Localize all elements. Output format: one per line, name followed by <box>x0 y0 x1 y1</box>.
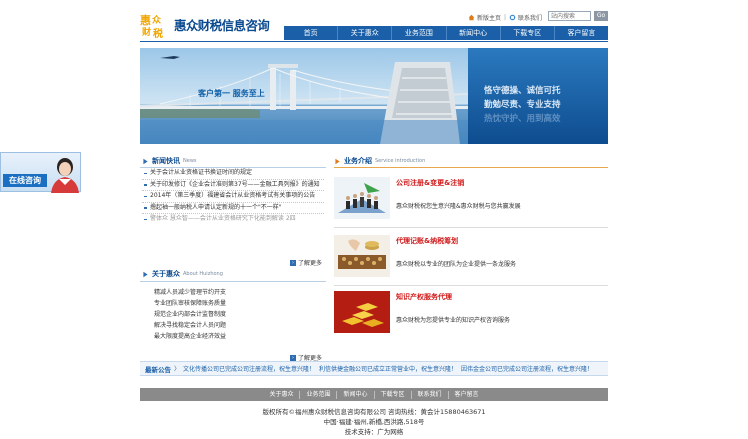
about-item: 专业团队审核保障账务质量 <box>154 300 227 307</box>
agent-avatar <box>51 158 79 193</box>
service-title: 知识产权服务代理 <box>396 293 452 301</box>
news-item[interactable]: 关于会计从业资格证书换证时间的规定 <box>142 168 324 180</box>
news-more-link[interactable]: › 了解更多 <box>290 258 322 267</box>
ticker-label: 最新公告 <box>145 365 171 374</box>
copyright-line: 版权所有©福州惠众财税信息咨询有限公司 咨询热线：黄会计15880463671 <box>262 408 486 416</box>
footer-link-contact[interactable]: 联系我们 <box>410 390 448 399</box>
news-item[interactable]: 关于印发修订《企业会计准则第37号——金融工具列报》的通知 <box>142 180 324 191</box>
banner-values: 恪守德操、诚信可托 勤勉尽责、专业支持 热忱守护、用到高效 <box>484 84 561 126</box>
address-line: 中国·福建·福州,新橋,西洪路,518号 <box>323 418 425 426</box>
news-subtitle: News <box>183 158 197 164</box>
site-logo[interactable]: 惠 众 财 税 惠众财税信息咨询 <box>140 12 276 40</box>
service-divider <box>334 285 608 286</box>
section-arrow-icon <box>143 158 148 164</box>
services-header: 业务介绍 Service introduction <box>334 155 425 167</box>
ticker-item[interactable]: 利信供捷金融公司已成立正常营业中，祝生意兴隆！ <box>319 364 457 373</box>
gold-bars-image <box>334 291 390 333</box>
about-item: 精减人员减少管理节约开支 <box>154 289 227 296</box>
ticker-arrow-icon: 〉 <box>174 366 181 373</box>
footer-link-business[interactable]: 业务范围 <box>299 390 336 399</box>
more-icon: › <box>290 259 296 266</box>
consult-label: 在线咨询 <box>3 174 47 187</box>
footer-link-downloads[interactable]: 下载专区 <box>373 390 411 399</box>
announcement-ticker: 最新公告 〉 文化传播公司已完成公司注册流程，祝生意兴隆！ 利信供捷金融公司已成… <box>140 361 608 376</box>
news-header: 新闻快讯 News <box>142 155 197 167</box>
services-rule <box>334 167 608 168</box>
footer-link-news[interactable]: 新闻中心 <box>336 390 373 399</box>
search-button[interactable]: Go <box>594 11 608 21</box>
service-company-registration[interactable]: 公司注册&变更&注销 惠众财税祝您生意兴隆&惠众财税与您共赢发展 <box>334 177 606 225</box>
footer-nav: 关于惠众 业务范围 新闻中心 下载专区 联系我们 客户留言 <box>140 388 608 401</box>
more-icon: › <box>290 354 296 361</box>
ticker-item[interactable]: 文化传播公司已完成公司注册流程，祝生意兴隆！ <box>183 364 315 373</box>
nav-about[interactable]: 关于惠众 <box>337 26 391 40</box>
footer-info: 版权所有©福州惠众财税信息咨询有限公司 咨询热线：黄会计15880463671 … <box>140 407 608 437</box>
ticker-item[interactable]: 因伟金金公司已完成公司注册流程，祝生意兴隆！ <box>461 364 593 373</box>
news-item[interactable]: 撸起袖一般纳税人申请认定新规的十一个"不一样" <box>142 203 324 214</box>
footer-link-messages[interactable]: 客户留言 <box>447 390 485 399</box>
section-arrow-icon <box>335 158 340 164</box>
service-bookkeeping[interactable]: 代理记账&纳税筹划 惠众财税以专业的团队为企业提供一条龙服务 <box>334 235 606 283</box>
services-title: 业务介绍 <box>344 157 372 165</box>
services-subtitle: Service introduction <box>375 158 426 164</box>
service-divider <box>334 227 608 228</box>
news-item[interactable]: 警体众 慧众智——会计从业资格研究下化能到解读 2四 <box>142 214 324 225</box>
separator: | <box>504 13 507 21</box>
about-subtitle: About Huizhong <box>183 271 223 277</box>
about-header: 关于惠众 About Huizhong <box>142 268 223 280</box>
nav-news[interactable]: 新闻中心 <box>445 26 500 40</box>
about-item: 最大限度提高企业经济效益 <box>154 333 227 340</box>
main-nav: 首页 关于惠众 业务范围 新闻中心 下载专区 客户留言 <box>284 26 608 40</box>
search-input[interactable] <box>548 11 591 21</box>
header-divider <box>140 41 608 42</box>
about-title: 关于惠众 <box>152 270 180 278</box>
service-desc: 惠众财税为您提供专业的知识产权咨询服务 <box>396 317 511 324</box>
nav-messages[interactable]: 客户留言 <box>553 26 608 40</box>
service-intellectual-property[interactable]: 知识产权服务代理 惠众财税为您提供专业的知识产权咨询服务 <box>334 291 606 339</box>
online-consult-widget[interactable]: 在线咨询 <box>0 152 81 193</box>
nav-downloads[interactable]: 下载专区 <box>499 26 554 40</box>
contact-link[interactable]: 联系我们 <box>518 13 542 22</box>
service-title: 代理记账&纳税筹划 <box>396 237 459 245</box>
logo-mark: 惠 众 财 税 <box>140 12 172 40</box>
news-title: 新闻快讯 <box>152 157 180 165</box>
footer-link-about[interactable]: 关于惠众 <box>263 391 299 399</box>
top-links: 新版主页 | 联系我们 <box>468 12 542 22</box>
tech-support-line: 技术支持：广为网络 <box>344 428 404 436</box>
nav-business[interactable]: 业务范围 <box>391 26 445 40</box>
more-label: 了解更多 <box>298 260 323 267</box>
banner-slogan: 客户第一 服务至上 <box>198 88 265 98</box>
service-desc: 惠众财税祝您生意兴隆&惠众财税与您共赢发展 <box>396 203 521 210</box>
hero-banner: 客户第一 服务至上 恪守德操、诚信可托 勤勉尽责、专业支持 热忱守护、用到高效 <box>140 48 608 144</box>
home-link[interactable]: 新版主页 <box>477 13 501 22</box>
service-title: 公司注册&变更&注销 <box>396 179 465 187</box>
service-desc: 惠众财税以专业的团队为企业提供一条龙服务 <box>396 261 517 268</box>
house-icon <box>468 14 475 20</box>
banner-line: 恪守德操、诚信可托 <box>484 86 561 96</box>
section-arrow-icon <box>143 271 148 277</box>
abacus-coins-image <box>334 235 390 277</box>
nav-home[interactable]: 首页 <box>284 26 337 40</box>
about-item: 解决寻找稳定会计人员问题 <box>154 322 227 329</box>
about-item: 规范企业内部会计监督制度 <box>154 311 227 318</box>
news-list: 关于会计从业资格证书换证时间的规定 关于印发修订《企业会计准则第37号——金融工… <box>142 168 324 225</box>
logo-char: 税 <box>153 29 163 40</box>
news-item[interactable]: 2014年（第三季度）福建省会计从业资格考试有关事项的公告 <box>142 191 324 203</box>
business-team-image <box>334 177 390 219</box>
banner-line: 勤勉尽责、专业支持 <box>484 100 561 110</box>
banner-line: 热忱守护、用到高效 <box>484 114 561 124</box>
phone-icon <box>509 14 516 20</box>
logo-char: 财 <box>142 28 152 38</box>
site-name: 惠众财税信息咨询 <box>174 18 270 33</box>
about-rule <box>140 281 326 282</box>
about-list: 精减人员减少管理节约开支 专业团队审核保障账务质量 规范企业内部会计监督制度 解… <box>154 287 226 342</box>
